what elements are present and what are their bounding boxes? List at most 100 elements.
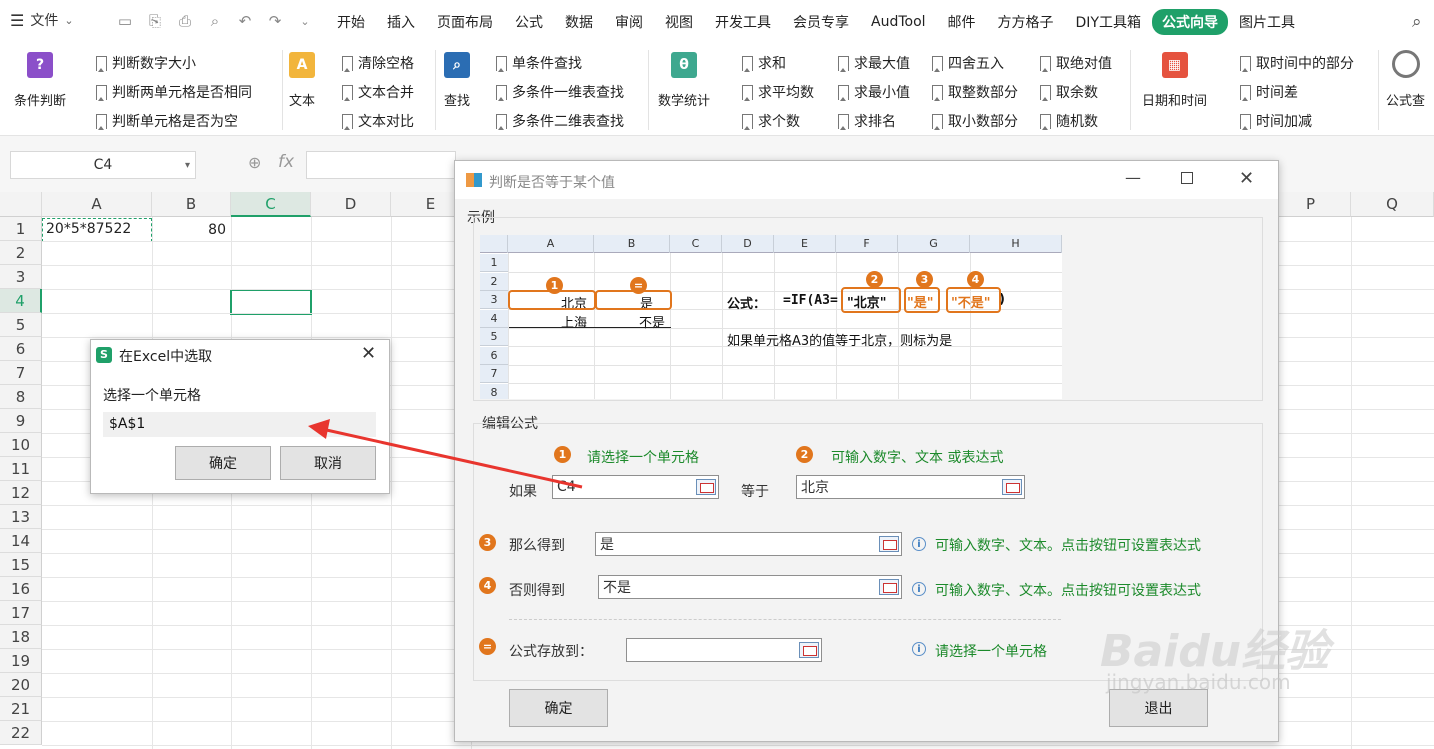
minimize-icon[interactable]: —	[1125, 168, 1141, 187]
row-header[interactable]: 19	[0, 649, 42, 673]
tab-5[interactable]: 审阅	[604, 12, 654, 32]
cell-picker-icon[interactable]	[879, 579, 899, 595]
ribbon-item[interactable]: 求平均数	[742, 82, 814, 102]
ribbon-item[interactable]: 四舍五入	[932, 53, 1004, 73]
row-header[interactable]: 10	[0, 433, 42, 457]
tab-12[interactable]: DIY工具箱	[1065, 12, 1152, 32]
tab-13[interactable]: 公式向导	[1152, 9, 1228, 35]
cell-a1[interactable]: 20*5*87522	[42, 218, 152, 242]
ribbon-item[interactable]: 随机数	[1040, 111, 1098, 131]
tab-2[interactable]: 页面布局	[426, 12, 504, 32]
ok-button[interactable]: 确定	[509, 689, 608, 727]
name-box[interactable]: C4 ▾	[10, 151, 196, 179]
ribbon-item[interactable]: 清除空格	[342, 53, 414, 73]
cond-button[interactable]: ? 条件判断	[14, 52, 66, 109]
tab-9[interactable]: AudTool	[860, 14, 937, 30]
active-cell-c4[interactable]	[230, 289, 312, 315]
ribbon-item[interactable]: 取小数部分	[932, 111, 1018, 131]
tab-10[interactable]: 邮件	[937, 12, 987, 32]
ribbon-item[interactable]: 判断单元格是否为空	[96, 111, 238, 131]
row-header[interactable]: 12	[0, 481, 42, 505]
column-header[interactable]: Q	[1351, 192, 1434, 217]
row-header[interactable]: 5	[0, 313, 42, 337]
formula-check-button[interactable]: 公式查	[1386, 50, 1425, 109]
ribbon-item[interactable]: 取余数	[1040, 82, 1098, 102]
ribbon-item[interactable]: 取绝对值	[1040, 53, 1112, 73]
row-header[interactable]: 14	[0, 529, 42, 553]
row-header[interactable]: 3	[0, 265, 42, 289]
undo-icon[interactable]: ↶	[234, 10, 256, 32]
row-header[interactable]: 6	[0, 337, 42, 361]
ribbon-item[interactable]: 时间加减	[1240, 111, 1312, 131]
ribbon-item[interactable]: 单条件查找	[496, 53, 582, 73]
row-header[interactable]: 20	[0, 673, 42, 697]
ribbon-item[interactable]: 判断两单元格是否相同	[96, 82, 252, 102]
date-button[interactable]: ▦ 日期和时间	[1142, 52, 1207, 109]
row-header[interactable]: 4	[0, 289, 42, 313]
ribbon-item[interactable]: 求个数	[742, 111, 800, 131]
column-header[interactable]: P	[1271, 192, 1351, 217]
row-header[interactable]: 7	[0, 361, 42, 385]
row-header[interactable]: 22	[0, 721, 42, 745]
cell-picker-icon[interactable]	[1002, 479, 1022, 495]
ribbon-item[interactable]: 求最小值	[838, 82, 910, 102]
tab-8[interactable]: 会员专享	[782, 12, 860, 32]
find-button[interactable]: ⌕ 查找	[444, 52, 470, 109]
ribbon-item[interactable]: 取整数部分	[932, 82, 1018, 102]
column-header[interactable]: A	[42, 192, 152, 217]
tab-11[interactable]: 方方格子	[987, 12, 1065, 32]
more-icon[interactable]: ⌄	[294, 10, 316, 32]
export-icon[interactable]: ⎘	[144, 10, 166, 32]
preview-icon[interactable]: ⌕	[204, 10, 226, 32]
row-header[interactable]: 17	[0, 601, 42, 625]
redo-icon[interactable]: ↷	[264, 10, 286, 32]
maximize-icon[interactable]	[1181, 172, 1193, 184]
row-header[interactable]: 1	[0, 217, 42, 241]
file-menu[interactable]: ☰ 文件 ⌄	[10, 10, 74, 30]
ok-button[interactable]: 确定	[175, 446, 271, 480]
ribbon-item[interactable]: 时间差	[1240, 82, 1298, 102]
then-input[interactable]: 是	[595, 532, 902, 556]
row-header[interactable]: 21	[0, 697, 42, 721]
ribbon-item[interactable]: 取时间中的部分	[1240, 53, 1354, 73]
tab-3[interactable]: 公式	[504, 12, 554, 32]
column-header[interactable]: D	[311, 192, 391, 217]
exit-button[interactable]: 退出	[1109, 689, 1208, 727]
cell-picker-icon[interactable]	[799, 642, 819, 658]
close-icon[interactable]: ✕	[361, 343, 376, 364]
row-header[interactable]: 11	[0, 457, 42, 481]
row-header[interactable]: 15	[0, 553, 42, 577]
formula-input[interactable]	[306, 151, 456, 179]
tab-1[interactable]: 插入	[376, 12, 426, 32]
save-icon[interactable]: ▭	[114, 10, 136, 32]
tab-6[interactable]: 视图	[654, 12, 704, 32]
row-header[interactable]: 18	[0, 625, 42, 649]
math-button[interactable]: θ 数学统计	[658, 52, 710, 109]
row-header[interactable]: 9	[0, 409, 42, 433]
ribbon-item[interactable]: 文本对比	[342, 111, 414, 131]
tab-0[interactable]: 开始	[326, 12, 376, 32]
ribbon-item[interactable]: 求最大值	[838, 53, 910, 73]
search-icon[interactable]: ⌕	[1412, 12, 1422, 32]
cell-picker-icon[interactable]	[879, 536, 899, 552]
store-input[interactable]	[626, 638, 822, 662]
ribbon-item[interactable]: 判断数字大小	[96, 53, 196, 73]
ribbon-item[interactable]: 多条件一维表查找	[496, 82, 624, 102]
tab-4[interactable]: 数据	[554, 12, 604, 32]
row-header[interactable]: 8	[0, 385, 42, 409]
print-icon[interactable]: ⎙	[174, 10, 196, 32]
close-icon[interactable]: ✕	[1239, 168, 1254, 189]
ribbon-item[interactable]: 多条件二维表查找	[496, 111, 624, 131]
equal-input[interactable]: 北京	[796, 475, 1025, 499]
fx-icon[interactable]: fx	[278, 152, 294, 172]
cell-b1[interactable]: 80	[152, 218, 230, 242]
tab-7[interactable]: 开发工具	[704, 12, 782, 32]
zoom-formula-icon[interactable]: ⊕	[248, 153, 261, 172]
ribbon-item[interactable]: 求和	[742, 53, 786, 73]
else-input[interactable]: 不是	[598, 575, 902, 599]
ribbon-item[interactable]: 求排名	[838, 111, 896, 131]
cell-picker-icon[interactable]	[696, 479, 716, 495]
row-header[interactable]: 2	[0, 241, 42, 265]
column-header[interactable]: B	[152, 192, 231, 217]
tab-14[interactable]: 图片工具	[1228, 12, 1306, 32]
